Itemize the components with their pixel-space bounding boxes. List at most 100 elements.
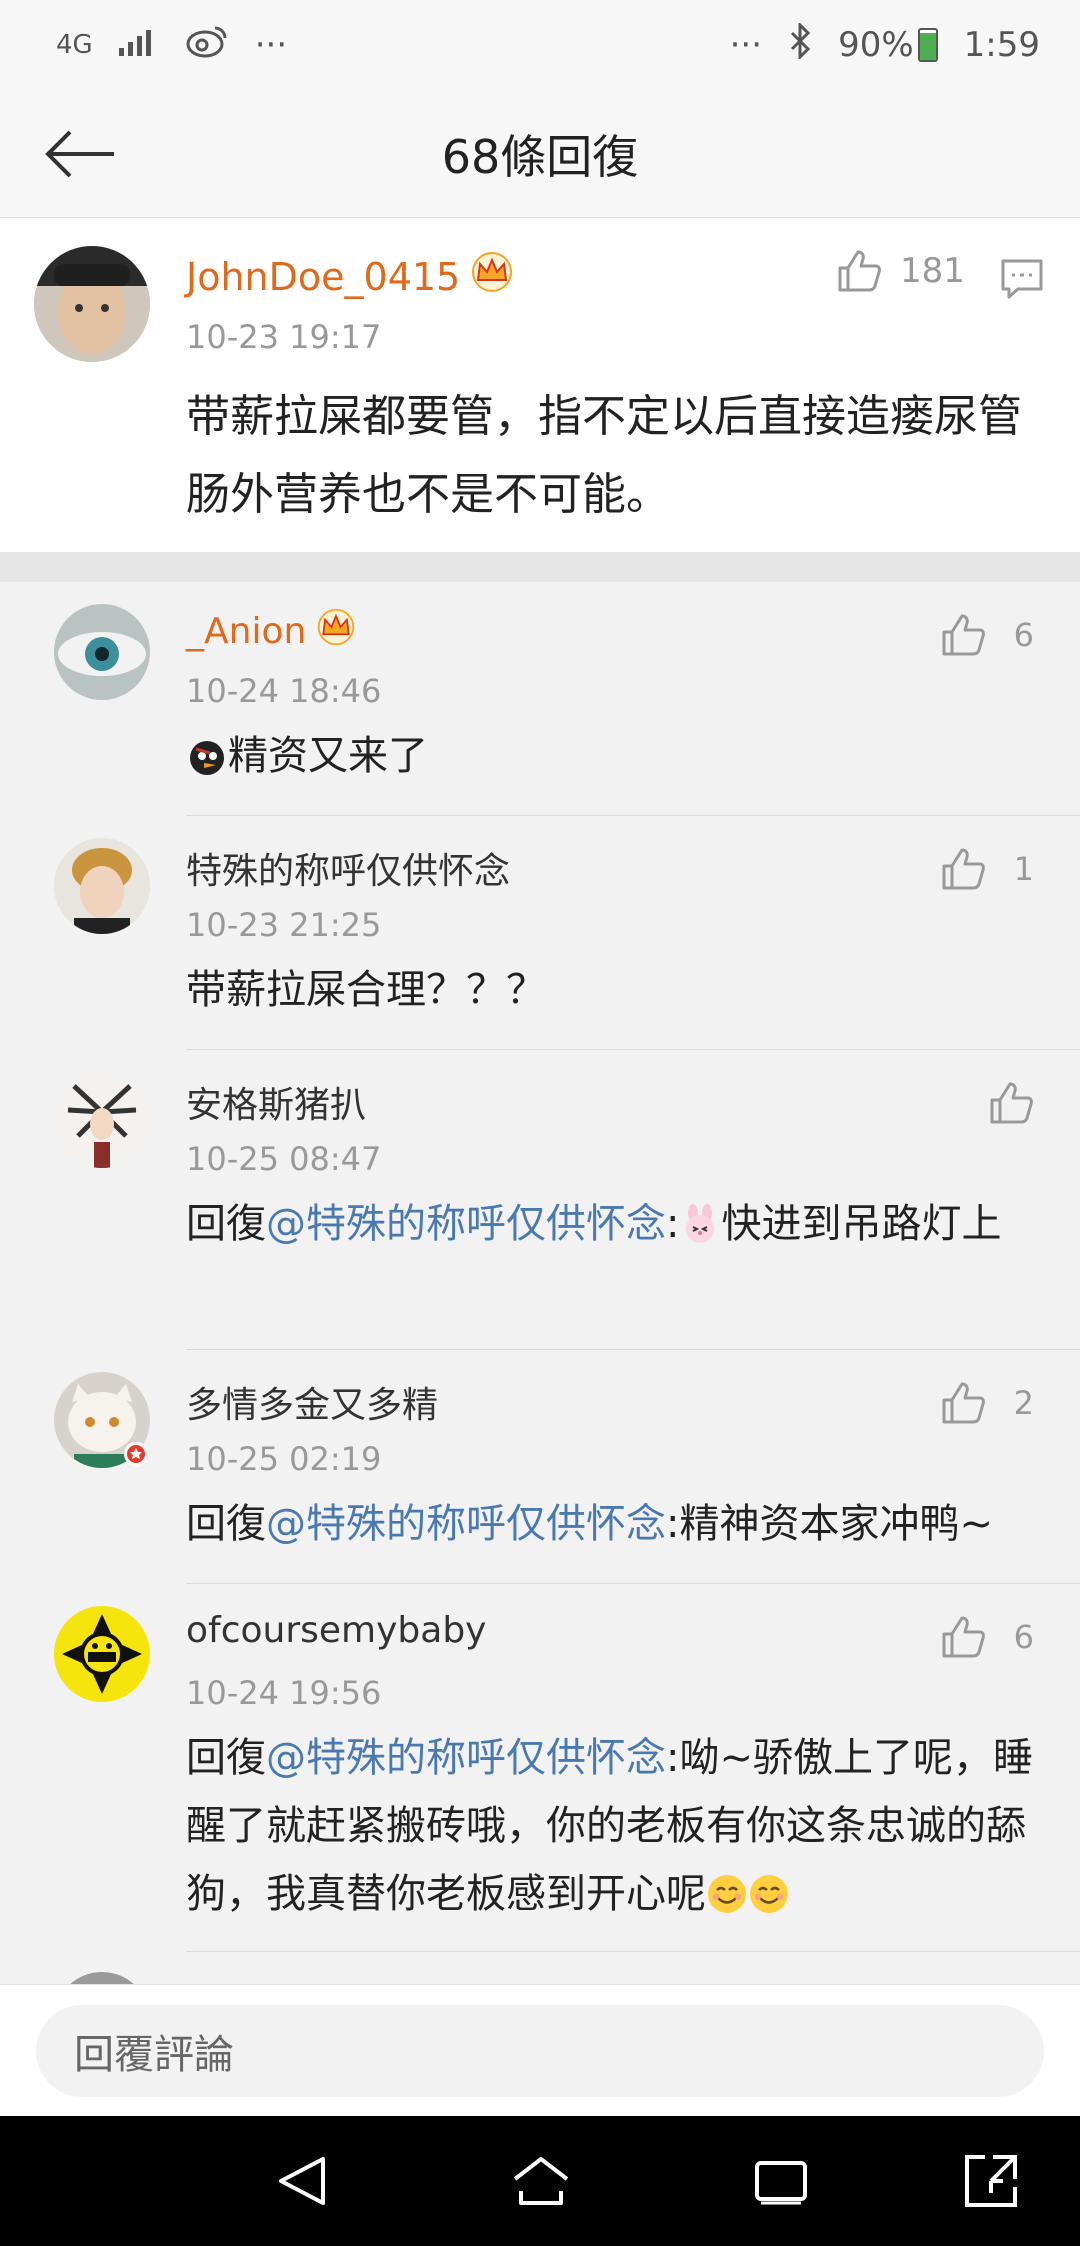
status-bar: 4G ··· ··· 90% 1:59 — [0, 0, 1080, 90]
nav-screenshot-button[interactable] — [958, 2148, 1024, 2214]
reply-item: ofcoursemybaby 10-24 19:56 回復@特殊的称呼仅供怀念:… — [0, 1584, 1080, 1952]
timestamp: 10-24 19:56 — [186, 1674, 382, 1712]
like-count: 6 — [1013, 616, 1034, 654]
reply-text: 带薪拉屎合理？？？ — [186, 967, 546, 1013]
reply-input-placeholder: 回覆評論 — [74, 2032, 234, 2078]
bluetooth-icon — [788, 20, 812, 68]
battery-icon — [917, 28, 938, 62]
like-button[interactable] — [988, 1080, 1034, 1126]
status-right: ··· 90% 1:59 — [729, 20, 1040, 68]
thumbs-up-icon — [942, 1382, 985, 1424]
smile-emoji-icon — [750, 1875, 788, 1913]
reply-button[interactable] — [1000, 258, 1044, 304]
timestamp: 10-24 18:46 — [186, 672, 382, 710]
reply-prefix: 回復 — [186, 1201, 266, 1247]
like-button[interactable]: 181 — [836, 248, 965, 294]
bunny-emoji-icon — [686, 1204, 715, 1243]
username[interactable]: _Anion — [186, 608, 356, 655]
like-count: 6 — [1013, 1618, 1034, 1656]
username-text: _Anion — [186, 611, 307, 652]
status-left: 4G ··· — [56, 24, 287, 67]
username-text: ofcoursemybaby — [186, 1610, 487, 1651]
username[interactable]: ofcoursemybaby — [186, 1610, 486, 1651]
like-button[interactable]: 6 — [940, 1614, 1034, 1660]
thumbs-up-icon — [990, 1082, 1033, 1124]
nav-home-button[interactable] — [508, 2148, 574, 2214]
reply-item: _Anion 10-24 18:46 精资又来了 6 — [0, 582, 1080, 816]
signal-icon — [118, 25, 159, 65]
reply-item: 特殊的称呼仅供怀念 10-23 21:25 带薪拉屎合理？？？ 1 — [0, 816, 1080, 1050]
crown-icon — [316, 608, 356, 655]
reply-item: 多情多金又多精 10-25 02:19 回復@特殊的称呼仅供怀念:精神资本家冲鸭… — [0, 1350, 1080, 1584]
thumbs-up-icon — [838, 250, 881, 292]
username[interactable]: 安格斯猪扒 — [186, 1076, 366, 1128]
avatar[interactable] — [54, 838, 150, 934]
username[interactable]: 多情多金又多精 — [186, 1376, 438, 1428]
reply-item: 安格斯猪扒 10-25 08:47 回復@特殊的称呼仅供怀念: 快进到吊路灯上 — [0, 1050, 1080, 1350]
thumbs-up-icon — [942, 848, 985, 890]
mention-link[interactable]: @特殊的称呼仅供怀念 — [266, 1501, 666, 1547]
timestamp: 10-23 21:25 — [186, 906, 382, 944]
avatar[interactable] — [34, 246, 150, 362]
section-divider — [0, 552, 1080, 582]
like-count: 2 — [1013, 1384, 1034, 1422]
reply-body: :精神资本家冲鸭~ — [666, 1501, 993, 1547]
battery-percent: 90% — [838, 25, 914, 65]
header: 68條回復 — [0, 90, 1080, 218]
like-button[interactable]: 1 — [940, 846, 1034, 892]
like-button[interactable]: 6 — [940, 612, 1034, 658]
nav-back-button[interactable] — [268, 2148, 334, 2214]
reply-text: 回復@特殊的称呼仅供怀念:精神资本家冲鸭~ — [186, 1490, 1046, 1558]
reply-body: 快进到吊路灯上 — [721, 1201, 1002, 1247]
crown-icon — [470, 252, 514, 301]
more-notifications-icon: ··· — [254, 25, 288, 65]
reply-input[interactable]: 回覆評論 — [36, 2005, 1044, 2097]
username[interactable]: 特殊的称呼仅供怀念 — [186, 842, 510, 894]
reply-body: 精资又来了 — [228, 733, 428, 779]
thumbs-up-icon — [942, 1616, 985, 1658]
username-text: 多情多金又多精 — [186, 1385, 439, 1426]
avatar[interactable] — [54, 604, 150, 700]
avatar[interactable] — [54, 1606, 150, 1702]
more-status-icon: ··· — [729, 25, 763, 65]
like-count: 1 — [1013, 850, 1034, 888]
back-arrow-icon — [45, 130, 114, 178]
like-button[interactable]: 2 — [940, 1380, 1034, 1426]
timestamp: 10-25 02:19 — [186, 1440, 382, 1478]
navigation-bar — [0, 2116, 1080, 2246]
reply-prefix: 回復 — [186, 1735, 266, 1781]
main-comment: JohnDoe_0415 10-23 19:17 带薪拉屎都要管，指不定以后直接… — [0, 218, 1080, 552]
avatar[interactable] — [54, 1372, 150, 1468]
battery-level — [919, 33, 936, 60]
smile-emoji-icon — [708, 1875, 746, 1913]
row-divider — [186, 1951, 1080, 1952]
reply-text: 回復@特殊的称呼仅供怀念:呦~骄傲上了呢，睡醒了就赶紧搬砖哦，你的老板有你这条忠… — [186, 1724, 1046, 1928]
comment-text: 带薪拉屎都要管，指不定以后直接造瘘尿管肠外营养也不是不可能。 — [186, 391, 1022, 520]
nav-recents-button[interactable] — [748, 2148, 814, 2214]
clock: 1:59 — [963, 25, 1040, 65]
page-title: 68條回復 — [441, 129, 639, 184]
network-indicator: 4G — [56, 30, 93, 60]
timestamp: 10-23 19:17 — [186, 318, 382, 356]
expand-icon — [965, 2155, 1017, 2207]
weibo-icon — [185, 24, 229, 67]
mention-link[interactable]: @特殊的称呼仅供怀念 — [266, 1201, 666, 1247]
thumbs-up-icon — [942, 614, 985, 656]
reply-prefix: 回復 — [186, 1501, 266, 1547]
angry-bird-emoji-icon — [190, 741, 224, 775]
recents-icon — [755, 2161, 807, 2205]
like-count: 181 — [900, 251, 965, 291]
next-reply-peek — [54, 1972, 150, 1984]
mention-link[interactable]: @特殊的称呼仅供怀念 — [266, 1735, 666, 1781]
username-text: JohnDoe_0415 — [186, 254, 461, 299]
battery-indicator: 90% — [838, 25, 938, 65]
username[interactable]: JohnDoe_0415 — [186, 252, 514, 301]
home-icon — [513, 2157, 569, 2205]
reply-input-bar: 回覆評論 — [0, 1984, 1080, 2116]
avatar[interactable] — [54, 1072, 150, 1168]
reply-text: 精资又来了 — [186, 722, 1046, 790]
back-button[interactable] — [40, 116, 120, 192]
triangle-back-icon — [279, 2157, 325, 2205]
comment-icon — [1001, 259, 1043, 299]
timestamp: 10-25 08:47 — [186, 1140, 382, 1178]
